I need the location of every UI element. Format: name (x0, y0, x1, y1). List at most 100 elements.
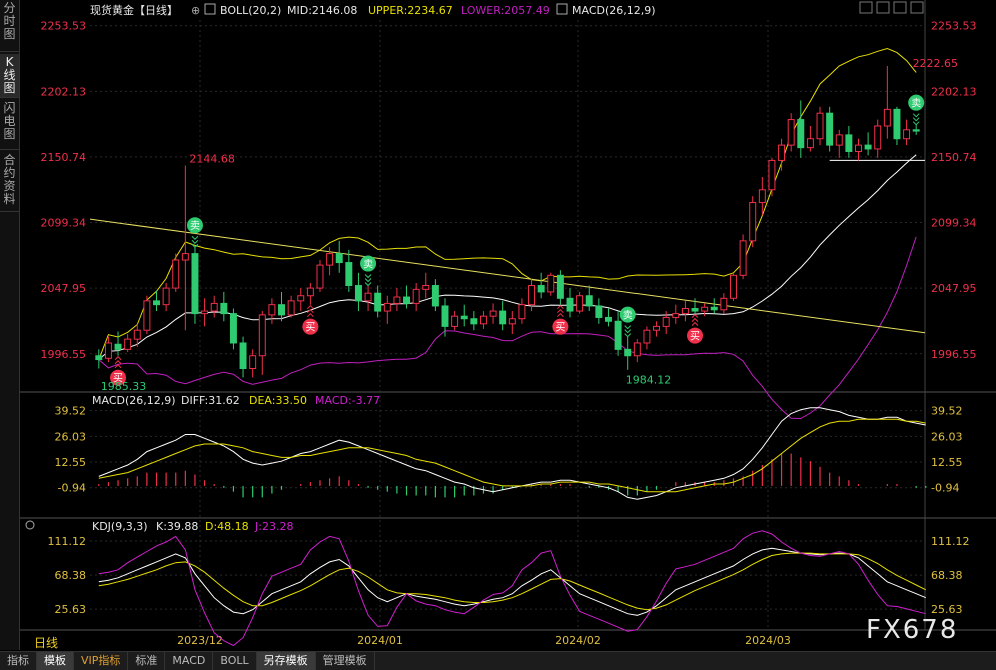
toolbar-btn-0[interactable]: 指标 (0, 652, 37, 670)
add-indicator-icon: ⊕ (191, 4, 200, 17)
y-tick-kdj-right-0: 111.12 (931, 535, 970, 548)
candle-body-48 (556, 274, 564, 299)
sell-arrow-1-0 (191, 235, 199, 240)
annotation-low-mid: 1984.12 (626, 374, 672, 387)
candle-body-78 (845, 134, 853, 152)
candle-body-27 (354, 285, 362, 302)
candle-body-28 (364, 292, 372, 302)
macd-header-macd: MACD:-3.77 (315, 394, 380, 407)
toolbar-btn-4[interactable]: MACD (165, 652, 214, 670)
boll-mid-line (98, 154, 917, 360)
candle-body-1 (104, 342, 112, 359)
candle-body-51 (585, 295, 593, 307)
macd-settings-icon (556, 3, 568, 15)
main-header-mid: MID:2146.08 (287, 4, 357, 17)
chart-canvas[interactable]: 2023/12 2024/01 2024/02 2024/03 2253.53 2253.… (0, 0, 996, 650)
sell-arrow-5-0 (624, 325, 632, 330)
y-tick-main-left-0: 2253.53 (41, 20, 87, 33)
candle-body-4 (133, 329, 141, 340)
toolbar-btn-3[interactable]: 标准 (128, 652, 166, 670)
sell-label-1: 卖 (190, 220, 200, 232)
kdj-j-line (98, 530, 926, 647)
candle-body-7 (162, 287, 170, 306)
candle-body-61 (681, 308, 689, 315)
chart-style-icon (910, 1, 924, 14)
kdj-d-line (98, 552, 927, 611)
sell-arrow-3-0 (364, 274, 372, 279)
y-tick-macd-right-1: 26.03 (931, 430, 963, 443)
main-header-lower: LOWER:2057.49 (461, 4, 550, 17)
y-tick-main-right-5: 1996.55 (931, 348, 977, 361)
y-tick-macd-left-2: 12.55 (55, 456, 87, 469)
candle-body-54 (614, 320, 622, 350)
candle-body-81 (874, 125, 882, 150)
toolbar-btn-2[interactable]: VIP指标 (74, 652, 129, 670)
candle-body-22 (306, 287, 314, 297)
candle-body-39 (470, 318, 478, 325)
sell-arrow-3-1 (364, 278, 372, 283)
buy-arrow-4-2 (557, 304, 564, 310)
candle-body-59 (662, 316, 670, 327)
x-tick-2: 2024/02 (555, 634, 601, 647)
candle-body-34 (422, 285, 430, 290)
candle-body-41 (489, 310, 497, 317)
buy-label-2: 买 (305, 322, 315, 334)
sell-arrow-3-2 (364, 282, 372, 287)
candle-body-85 (912, 129, 920, 132)
sell-arrow-5-2 (624, 333, 632, 338)
kdj-header-name: KDJ(9,3,3) (92, 520, 148, 533)
candle-body-69 (758, 189, 766, 204)
candle-body-50 (576, 295, 584, 312)
candle-body-83 (893, 108, 901, 140)
candle-body-13 (220, 302, 228, 315)
toolbar-btn-7[interactable]: 管理模板 (316, 652, 375, 670)
candle-body-0 (95, 355, 103, 361)
watermark: FX678 (866, 615, 959, 645)
candle-body-19 (278, 304, 285, 316)
annotation-low-left: 1985.33 (101, 380, 147, 393)
y-tick-kdj-left-2: 25.63 (55, 603, 87, 616)
toolbar-btn-5[interactable]: BOLL (213, 652, 257, 670)
sell-arrow-7-0 (912, 113, 920, 118)
candle-body-55 (624, 348, 632, 357)
candle-body-82 (883, 108, 891, 127)
sell-arrow-7-2 (912, 121, 920, 126)
candle-body-14 (229, 313, 237, 344)
candle-body-6 (153, 300, 160, 306)
y-tick-main-right-3: 2099.34 (931, 217, 977, 230)
sell-label-3: 卖 (363, 259, 373, 271)
candle-body-17 (258, 314, 266, 357)
main-header-macd: MACD(26,12,9) (572, 4, 656, 17)
y-tick-main-left-1: 2202.13 (41, 85, 87, 98)
annotation-peak: 2222.65 (913, 57, 959, 70)
buy-arrow-0-1 (114, 360, 122, 365)
macd-header-dea: DEA:33.50 (249, 394, 307, 407)
plus-icon (876, 1, 890, 14)
toolbar-btn-1[interactable]: 模板 (37, 652, 74, 670)
buy-arrow-6-0 (691, 321, 699, 326)
toolbar-btn-6[interactable]: 另存模板 (256, 652, 316, 670)
candle-body-67 (739, 240, 747, 276)
y-tick-macd-left-3: -0.94 (58, 482, 86, 495)
buy-arrow-4-1 (557, 308, 564, 314)
macd-dea-line (98, 418, 926, 493)
candle-body-44 (518, 304, 526, 320)
candle-body-3 (124, 338, 132, 350)
buy-arrow-6-1 (691, 317, 699, 322)
candle-body-5 (143, 300, 151, 331)
candle-body-25 (335, 253, 343, 264)
kdj-settings-icon (25, 520, 35, 530)
y-tick-main-left-3: 2099.34 (41, 217, 87, 230)
sell-label-7: 卖 (911, 98, 921, 110)
candle-body-65 (720, 297, 728, 311)
buy-arrow-2-0 (307, 312, 314, 318)
candle-body-60 (672, 313, 680, 318)
candle-body-16 (249, 355, 257, 370)
candle-body-72 (787, 119, 795, 146)
candle-body-35 (431, 285, 439, 307)
period-label[interactable]: 日线 (34, 634, 58, 651)
candle-body-32 (403, 296, 411, 304)
candle-body-20 (287, 300, 295, 316)
candle-body-64 (710, 306, 718, 311)
candle-body-2 (114, 343, 122, 350)
